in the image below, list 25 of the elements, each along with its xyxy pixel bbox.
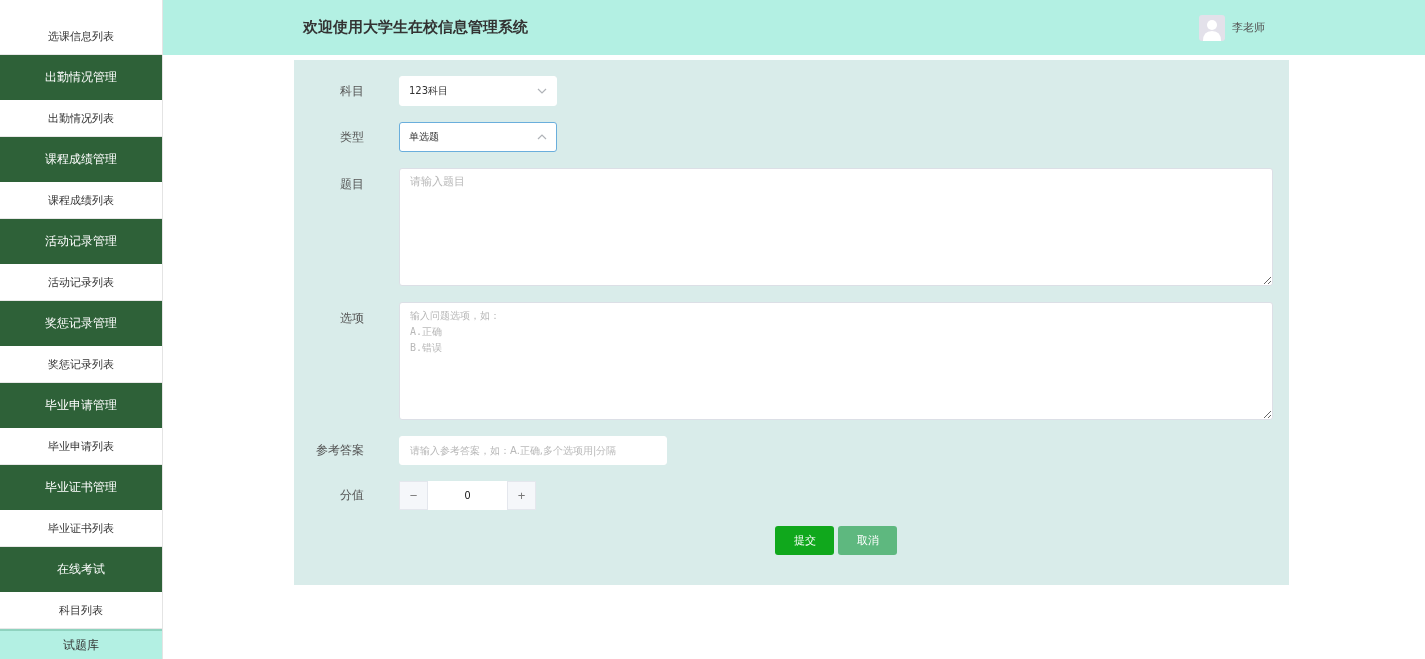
field-label: 题目 — [339, 176, 365, 193]
menu-group[interactable]: 活动记录管理 — [0, 219, 162, 264]
chevron-down-icon — [537, 88, 547, 94]
decrement-button[interactable]: − — [399, 481, 428, 510]
subject-select[interactable]: 123科目 — [399, 76, 557, 106]
field-label: 选项 — [339, 310, 365, 327]
field-label: 类型 — [339, 128, 365, 146]
avatar-icon[interactable] — [1199, 14, 1225, 41]
menu-group[interactable]: 课程成绩管理 — [0, 137, 162, 182]
type-select[interactable]: 单选题 — [399, 122, 557, 152]
page-title: 欢迎使用大学生在校信息管理系统 — [303, 18, 528, 37]
field-label: 分值 — [339, 487, 365, 504]
question-field[interactable]: 请输入题目 — [399, 168, 1273, 286]
menu-group[interactable]: 毕业证书管理 — [0, 465, 162, 510]
menu-group[interactable]: 在线考试 — [0, 547, 162, 592]
menu-group[interactable]: 奖惩记录管理 — [0, 301, 162, 346]
increment-button[interactable]: + — [507, 481, 536, 510]
field-label: 参考答案 — [315, 442, 365, 459]
chevron-up-icon — [537, 134, 547, 140]
score-field[interactable]: 0 — [428, 481, 507, 510]
user-name[interactable]: 李老师 — [1232, 20, 1265, 35]
menu-group[interactable]: 出勤情况管理 — [0, 55, 162, 100]
menu-item[interactable]: 试题库 — [0, 629, 162, 659]
menu-group[interactable]: 毕业申请管理 — [0, 383, 162, 428]
field-label: 科目 — [339, 82, 365, 100]
